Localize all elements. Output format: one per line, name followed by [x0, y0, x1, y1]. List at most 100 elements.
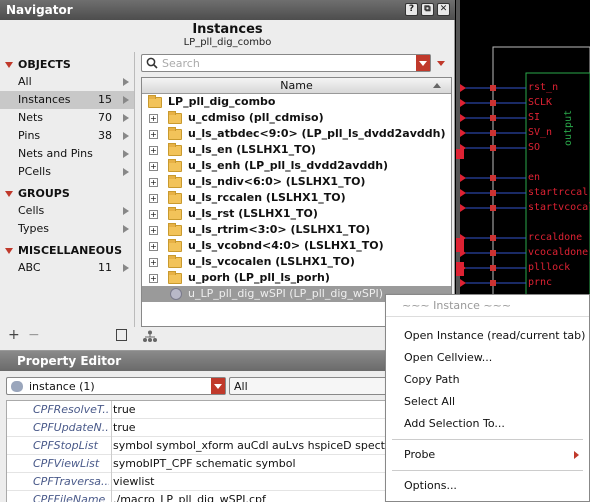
float-button[interactable]: ⧉	[421, 3, 434, 16]
object-selector[interactable]: instance (1)	[6, 377, 226, 395]
navigator-title: Navigator	[6, 3, 73, 17]
tree-row[interactable]: + u_ls_atbdec<9:0> (LP_pll_ls_dvdd2avddh)	[142, 126, 451, 142]
property-key: CPFFileName	[33, 493, 106, 502]
object-selector-dropdown[interactable]	[211, 378, 225, 394]
objects-section-header[interactable]: OBJECTS	[0, 56, 134, 73]
tree-row[interactable]: + u_ls_enh (LP_pll_ls_dvdd2avddh)	[142, 158, 451, 174]
menu-options[interactable]: Options...	[386, 475, 589, 497]
category-cells[interactable]: Cells	[0, 202, 134, 220]
expand-icon[interactable]: +	[149, 194, 158, 203]
property-key: CPFTraversa...	[33, 475, 109, 488]
help-button[interactable]: ?	[405, 3, 418, 16]
menu-add-selection-to[interactable]: Add Selection To...	[386, 413, 589, 435]
tree-row[interactable]: + u_cdmiso (pll_cdmiso)	[142, 110, 451, 126]
folder-icon	[168, 207, 182, 220]
chevron-right-icon	[123, 132, 129, 140]
tree-row[interactable]: + u_ls_rccalen (LSLHX1_TO)	[142, 190, 451, 206]
property-value[interactable]: ./macro_LP_pll_dig_wSPI.cpf	[113, 491, 266, 502]
tree-row[interactable]: + u_ls_en (LSLHX1_TO)	[142, 142, 451, 158]
category-all[interactable]: All	[0, 73, 134, 91]
close-button[interactable]: ✕	[437, 3, 450, 16]
tree-row-label: u_ls_en (LSLHX1_TO)	[188, 143, 316, 156]
tree-root[interactable]: LP_pll_dig_combo	[142, 94, 451, 110]
tree-row[interactable]: + u_porh (LP_pll_ls_porh)	[142, 270, 451, 286]
tree-row[interactable]: + u_ls_vcocalen (LSLHX1_TO)	[142, 254, 451, 270]
expand-icon[interactable]: +	[149, 114, 158, 123]
search-options-arrow-icon[interactable]	[437, 61, 445, 66]
category-list: OBJECTS All Instances 15 Nets 70 Pins 38 Ne…	[0, 52, 135, 327]
property-value[interactable]: viewlist	[113, 473, 155, 491]
folder-icon	[168, 159, 182, 172]
category-nets[interactable]: Nets 70	[0, 109, 134, 127]
misc-section-header[interactable]: MISCELLANEOUS	[0, 242, 134, 259]
groups-section-header[interactable]: GROUPS	[0, 185, 134, 202]
category-types[interactable]: Types	[0, 220, 134, 238]
folder-icon	[168, 239, 182, 252]
property-value[interactable]: symbol symbol_xform auCdl auLvs hspiceD …	[113, 437, 396, 455]
property-value[interactable]: true	[113, 401, 136, 419]
expand-icon[interactable]: +	[149, 274, 158, 283]
expand-icon[interactable]: +	[149, 226, 158, 235]
chevron-right-icon	[123, 96, 129, 104]
context-menu-header: ~~~ Instance ~~~	[386, 295, 589, 317]
expand-icon[interactable]: +	[149, 210, 158, 219]
collapse-triangle-icon	[5, 248, 13, 254]
tree-row[interactable]: + u_ls_rst (LSLHX1_TO)	[142, 206, 451, 222]
category-pcells[interactable]: PCells	[0, 163, 134, 181]
tree-row[interactable]: + u_ls_ndiv<6:0> (LSLHX1_TO)	[142, 174, 451, 190]
context-menu: ~~~ Instance ~~~ Open Instance (read/cur…	[385, 294, 590, 502]
schematic-pin-stub	[490, 145, 496, 151]
output-label: output	[563, 109, 574, 146]
schematic-pin-label: rst_n	[528, 82, 559, 93]
expand-icon[interactable]: +	[149, 130, 158, 139]
remove-button[interactable]: −	[28, 327, 40, 343]
chevron-right-icon	[123, 225, 129, 233]
schematic-pin-marker	[460, 204, 466, 212]
search-icon	[146, 57, 158, 69]
hierarchy-icon[interactable]	[143, 330, 157, 343]
folder-icon	[168, 191, 182, 204]
folder-icon	[168, 127, 182, 140]
menu-open-instance[interactable]: Open Instance (read/current tab)	[386, 325, 589, 347]
property-value[interactable]: true	[113, 419, 136, 437]
folder-icon	[148, 95, 162, 108]
instance-tree: Name LP_pll_dig_combo + u_cdmiso (pll_cdm…	[141, 77, 452, 327]
header-subtitle: LP_pll_dig_combo	[183, 37, 272, 48]
property-filter[interactable]: All	[229, 377, 399, 395]
expand-icon[interactable]: +	[149, 162, 158, 171]
category-nets-and-pins[interactable]: Nets and Pins	[0, 145, 134, 163]
schematic-pin-label: SCLK	[528, 97, 553, 108]
expand-icon[interactable]: +	[149, 242, 158, 251]
schematic-pin-label: prnc	[528, 277, 553, 288]
property-key: CPFUpdateN...	[33, 421, 109, 434]
menu-copy-path[interactable]: Copy Path	[386, 369, 589, 391]
category-pins[interactable]: Pins 38	[0, 127, 134, 145]
add-button[interactable]: +	[8, 327, 20, 343]
schematic-pin-stub	[490, 265, 496, 271]
menu-open-cellview[interactable]: Open Cellview...	[386, 347, 589, 369]
category-abc[interactable]: ABC 11	[0, 259, 134, 277]
search-field[interactable]: Search	[141, 54, 431, 72]
schematic-pin-stub	[490, 235, 496, 241]
property-key: CPFStopList	[33, 439, 98, 452]
expand-icon[interactable]: +	[149, 178, 158, 187]
submenu-arrow-icon	[574, 451, 579, 459]
tree-row[interactable]: + u_ls_vcobnd<4:0> (LSLHX1_TO)	[142, 238, 451, 254]
menu-probe[interactable]: Probe	[386, 444, 589, 466]
tree-row-label: u_ls_atbdec<9:0> (LP_pll_ls_dvdd2avddh)	[188, 127, 446, 140]
tree-row-label: u_ls_rccalen (LSLHX1_TO)	[188, 191, 346, 204]
schematic-pin-stub	[490, 280, 496, 286]
category-instances[interactable]: Instances 15	[0, 91, 134, 109]
tree-row-label: u_ls_vcocalen (LSLHX1_TO)	[188, 255, 355, 268]
expand-icon[interactable]: +	[149, 258, 158, 267]
tree-row[interactable]: + u_ls_rtrim<3:0> (LSLHX1_TO)	[142, 222, 451, 238]
menu-divider	[392, 470, 583, 471]
column-header-name[interactable]: Name	[142, 78, 451, 94]
menu-divider	[392, 439, 583, 440]
panel-toggle-icon[interactable]	[116, 329, 127, 341]
chevron-right-icon	[123, 207, 129, 215]
search-dropdown-button[interactable]	[416, 55, 430, 71]
property-value[interactable]: symobIPT_CPF schematic symbol	[113, 455, 296, 473]
expand-icon[interactable]: +	[149, 146, 158, 155]
menu-select-all[interactable]: Select All	[386, 391, 589, 413]
